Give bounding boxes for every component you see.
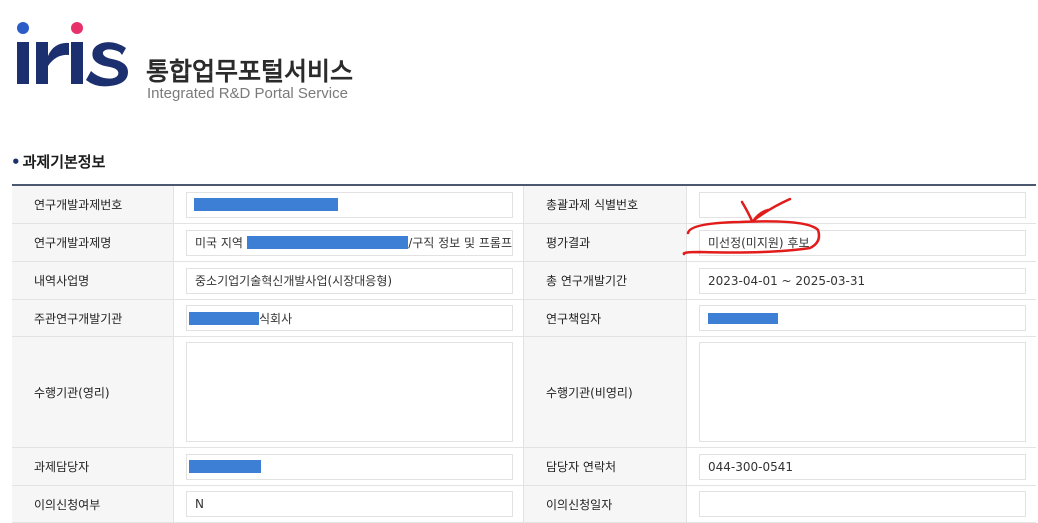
value-cell	[174, 337, 524, 447]
lead-institution-suffix: 식회사	[259, 311, 293, 326]
section-title: • 과제기본정보	[11, 151, 105, 172]
label-project-manager: 과제담당자	[12, 448, 174, 485]
redacted-block	[708, 312, 778, 324]
redacted-block	[189, 311, 259, 325]
portal-title-korean: 통합업무포털서비스	[146, 57, 354, 86]
value-cell	[687, 186, 1036, 223]
table-row: 이의신청여부 N 이의신청일자	[12, 486, 1036, 523]
label-principal-investigator: 연구책임자	[524, 300, 687, 336]
label-performing-org-profit: 수행기관(영리)	[12, 337, 174, 447]
value-cell: 미국 지역 /구직 정보 및 프롬프	[174, 224, 524, 261]
sub-program-field[interactable]: 중소기업기술혁신개발사업(시장대응형)	[186, 267, 513, 294]
value-cell: 식회사	[174, 300, 524, 336]
redacted-block	[246, 236, 409, 249]
performing-org-nonprofit-field[interactable]	[699, 342, 1026, 442]
project-number-field[interactable]	[186, 191, 513, 218]
value-cell	[687, 300, 1036, 336]
project-title-suffix: /구직 정보 및 프롬프	[408, 236, 512, 250]
project-manager-field[interactable]	[186, 453, 513, 480]
label-sub-program: 내역사업명	[12, 262, 174, 299]
label-total-period: 총 연구개발기간	[524, 262, 687, 299]
label-project-title: 연구개발과제명	[12, 224, 174, 261]
table-row: 연구개발과제명 미국 지역 /구직 정보 및 프롬프 평가결과 미선정(미지원)…	[12, 224, 1036, 262]
table-row: 수행기관(영리) 수행기관(비영리)	[12, 337, 1036, 448]
manager-contact-field[interactable]: 044-300-0541	[699, 453, 1026, 480]
value-cell: 2023-04-01 ~ 2025-03-31	[687, 262, 1036, 299]
iris-logo-mark	[17, 22, 128, 87]
value-cell: 중소기업기술혁신개발사업(시장대응형)	[174, 262, 524, 299]
table-row: 연구개발과제번호 총괄과제 식별번호	[12, 186, 1036, 224]
portal-title-english: Integrated R&D Portal Service	[147, 85, 348, 102]
label-lead-institution: 주관연구개발기관	[12, 300, 174, 336]
project-info-table: 연구개발과제번호 총괄과제 식별번호 연구개발과제명 미국 지역 /구직 정보 …	[12, 184, 1036, 523]
objection-status-field[interactable]: N	[186, 491, 513, 517]
redacted-block	[194, 198, 338, 211]
evaluation-result-field[interactable]: 미선정(미지원) 후보	[699, 229, 1026, 256]
label-project-number: 연구개발과제번호	[12, 186, 174, 223]
value-cell: 044-300-0541	[687, 448, 1036, 485]
label-manager-contact: 담당자 연락처	[524, 448, 687, 485]
principal-investigator-field[interactable]	[699, 305, 1026, 331]
objection-date-field[interactable]	[699, 491, 1026, 517]
table-row: 주관연구개발기관 식회사 연구책임자	[12, 300, 1036, 337]
master-project-id-field[interactable]	[699, 191, 1026, 218]
table-row: 과제담당자 담당자 연락처 044-300-0541	[12, 448, 1036, 486]
value-cell	[174, 448, 524, 485]
value-cell	[687, 337, 1036, 447]
total-period-field[interactable]: 2023-04-01 ~ 2025-03-31	[699, 267, 1026, 294]
iris-logo[interactable]: 통합업무포털서비스 Integrated R&D Portal Service	[14, 18, 374, 102]
value-cell	[174, 186, 524, 223]
label-evaluation-result: 평가결과	[524, 224, 687, 261]
bullet-icon: •	[11, 153, 21, 171]
label-performing-org-nonprofit: 수행기관(비영리)	[524, 337, 687, 447]
label-master-project-id: 총괄과제 식별번호	[524, 186, 687, 223]
value-cell: 미선정(미지원) 후보	[687, 224, 1036, 261]
project-title-field[interactable]: 미국 지역 /구직 정보 및 프롬프	[186, 229, 513, 256]
performing-org-profit-field[interactable]	[186, 342, 513, 442]
project-title-prefix: 미국 지역	[195, 236, 243, 250]
section-title-text: 과제기본정보	[22, 153, 106, 171]
table-row: 내역사업명 중소기업기술혁신개발사업(시장대응형) 총 연구개발기간 2023-…	[12, 262, 1036, 300]
lead-institution-field[interactable]: 식회사	[186, 305, 513, 331]
redacted-block	[189, 460, 261, 473]
